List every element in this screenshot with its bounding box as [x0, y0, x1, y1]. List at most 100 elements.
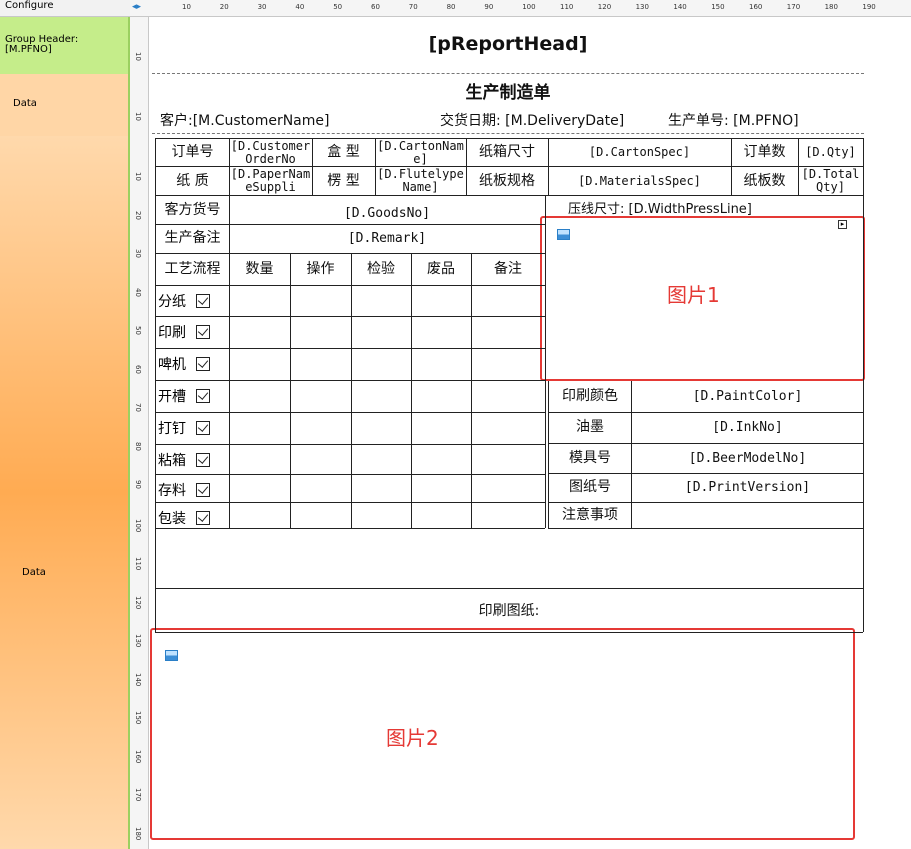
row2-cell-5[interactable]: [D.MaterialsSpec]: [548, 167, 731, 195]
remark-label[interactable]: 生产备注: [156, 224, 229, 253]
ruler-tick: 160: [134, 749, 142, 763]
ruler-tick: 60: [134, 364, 142, 374]
process-step-label: 打钉: [158, 421, 186, 437]
row2-cell-3[interactable]: [D.FlutelypeName]: [375, 167, 466, 195]
row1-cell-5[interactable]: [D.CartonSpec]: [548, 139, 731, 166]
ruler-tick: 170: [786, 3, 801, 11]
checkbox-icon[interactable]: [196, 325, 210, 339]
side-label-1[interactable]: 油墨: [549, 412, 631, 443]
table-line: [351, 253, 352, 528]
ruler-tick: 80: [134, 441, 142, 451]
process-step[interactable]: 啤机: [158, 349, 210, 379]
customer-field[interactable]: 客户:[M.CustomerName]: [160, 110, 329, 130]
data-band-2[interactable]: Data: [0, 136, 128, 849]
ruler-tick: 130: [635, 3, 649, 11]
side-label-2[interactable]: 模具号: [549, 443, 631, 473]
group-header-band[interactable]: Group Header: [M.PFNO]: [0, 17, 128, 74]
table-line: [155, 502, 545, 503]
table-line: [290, 253, 291, 528]
ruler-tick: 50: [134, 326, 142, 335]
row1-cell-0[interactable]: 订单号: [156, 139, 229, 166]
side-value-4[interactable]: [632, 502, 863, 528]
goods-value[interactable]: [D.GoodsNo]: [229, 196, 545, 224]
row1-cell-3[interactable]: [D.CartonName]: [375, 139, 466, 166]
process-step[interactable]: 存料: [158, 475, 210, 505]
checkbox-icon[interactable]: [196, 483, 210, 497]
process-header-2[interactable]: 操作: [290, 254, 351, 285]
table-line: [155, 588, 863, 589]
band-separator: [152, 73, 864, 74]
checkbox-icon[interactable]: [196, 389, 210, 403]
row1-cell-4[interactable]: 纸箱尺寸: [466, 139, 548, 166]
row2-cell-7[interactable]: [D.TotalQty]: [798, 167, 863, 195]
image-2-highlight[interactable]: [150, 628, 855, 840]
report-title[interactable]: 生产制造单: [154, 78, 862, 103]
ruler-tick: 50: [333, 3, 343, 11]
ruler-tick: 180: [824, 3, 838, 11]
row1-cell-1[interactable]: [D.CustomerOrderNo: [229, 139, 312, 166]
side-value-0[interactable]: [D.PaintColor]: [632, 381, 863, 412]
process-step[interactable]: 包装: [158, 503, 210, 533]
ruler-tick: 10: [182, 3, 191, 11]
process-step[interactable]: 开槽: [158, 381, 210, 411]
row1-cell-2[interactable]: 盒 型: [312, 139, 375, 166]
process-header-0[interactable]: 工艺流程: [156, 254, 229, 285]
side-label-4[interactable]: 注意事项: [549, 502, 631, 528]
checkbox-icon[interactable]: [196, 294, 210, 308]
side-value-2[interactable]: [D.BeerModelNo]: [632, 443, 863, 473]
row2-cell-2[interactable]: 楞 型: [312, 167, 375, 195]
checkbox-icon[interactable]: [196, 453, 210, 467]
press-line-field[interactable]: 压线尺寸: [D.WidthPressLine]: [568, 198, 752, 217]
checkbox-icon[interactable]: [196, 421, 210, 435]
print-drawing-label[interactable]: 印刷图纸:: [155, 600, 863, 620]
process-step[interactable]: 粘箱: [158, 445, 210, 475]
process-step[interactable]: 打钉: [158, 413, 210, 443]
ruler-tick: 10: [134, 52, 142, 61]
row1-cell-7[interactable]: [D.Qty]: [798, 139, 863, 166]
table-line: [155, 528, 545, 529]
ruler-tick: 10: [134, 172, 142, 181]
process-header-3[interactable]: 检验: [351, 254, 411, 285]
remark-value[interactable]: [D.Remark]: [229, 224, 545, 253]
process-header-5[interactable]: 备注: [471, 254, 545, 285]
ruler-tick: 140: [673, 3, 687, 11]
ruler-tick: 70: [408, 3, 418, 11]
checkbox-icon[interactable]: [196, 511, 210, 525]
side-label-3[interactable]: 图纸号: [549, 473, 631, 502]
row2-cell-0[interactable]: 纸 质: [156, 167, 229, 195]
pfno-field[interactable]: 生产单号: [M.PFNO]: [668, 110, 799, 130]
ruler-tick: 120: [597, 3, 612, 11]
ruler-tick: 150: [711, 3, 725, 11]
table-line: [155, 632, 863, 633]
ruler-tick: 100: [134, 518, 142, 532]
goods-label[interactable]: 客方货号: [156, 196, 229, 224]
side-value-1[interactable]: [D.InkNo]: [632, 412, 863, 443]
table-line: [471, 253, 472, 528]
table-line: [155, 224, 545, 225]
data-band-1[interactable]: Data: [0, 74, 128, 136]
process-header-4[interactable]: 废品: [411, 254, 471, 285]
ruler-tick: 150: [134, 711, 142, 725]
table-line: [545, 195, 546, 528]
process-header-1[interactable]: 数量: [229, 254, 290, 285]
side-label-0[interactable]: 印刷颜色: [549, 381, 631, 412]
ruler-tick: 130: [134, 634, 142, 648]
row1-cell-6[interactable]: 订单数: [731, 139, 798, 166]
process-step[interactable]: 印刷: [158, 317, 210, 347]
process-step-label: 分纸: [158, 294, 186, 310]
ruler-tick: 160: [749, 3, 763, 11]
side-value-3[interactable]: [D.PrintVersion]: [632, 473, 863, 502]
table-line: [155, 412, 545, 413]
ruler-tick: 80: [446, 3, 456, 11]
process-step[interactable]: 分纸: [158, 286, 210, 316]
row2-cell-1[interactable]: [D.PaperNameSuppli: [229, 167, 312, 195]
ruler-tick: 30: [257, 3, 267, 11]
ruler-tick: 30: [134, 249, 142, 258]
ruler-arrow-icon[interactable]: ◂▸: [132, 2, 141, 12]
checkbox-icon[interactable]: [196, 357, 210, 371]
row2-cell-4[interactable]: 纸板规格: [466, 167, 548, 195]
report-head[interactable]: [pReportHead]: [154, 33, 862, 55]
row2-cell-6[interactable]: 纸板数: [731, 167, 798, 195]
table-line: [863, 138, 864, 632]
delivery-date-field[interactable]: 交货日期: [M.DeliveryDate]: [440, 110, 624, 130]
